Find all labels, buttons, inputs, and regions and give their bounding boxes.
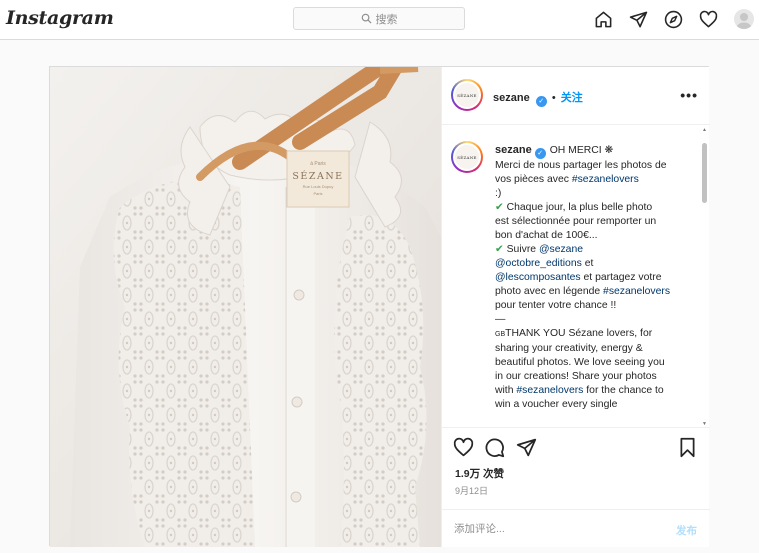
caption-text: THANK YOU Sézane lovers, for [505,328,653,339]
caption-link[interactable]: @octobre_editions [495,258,582,269]
caption-area: SÉZANE sezane ✓ OH MERCI ❋ Merci de nous pa… [442,125,710,427]
caption-line: pour tenter votre chance !! [495,299,693,313]
caption-line: sezane ✓ OH MERCI ❋ [495,143,693,159]
caption-avatar-ring[interactable]: SÉZANE [451,141,483,173]
caption-line: :) [495,187,693,201]
share-icon[interactable] [516,437,538,459]
check-mark-icon: ✔ [495,244,504,255]
search-placeholder: 搜索 [375,13,398,26]
verified-badge-icon: ✓ [535,96,547,107]
caption-line: est sélectionnée pour remporter un [495,215,693,229]
caption-text: win a voucher every single [495,399,618,410]
like-icon[interactable] [453,437,475,459]
more-options-icon[interactable]: ••• [680,87,698,103]
post-card: à Paris SÉZANE Rue Louis Dupuy Paris SÉZ… [49,66,710,547]
home-icon[interactable] [592,8,614,30]
scroll-thumb[interactable] [702,143,707,203]
caption-text: et partagez votre [580,272,662,283]
caption-text: Chaque jour, la plus belle photo [503,202,653,213]
caption-text: et [581,258,594,269]
caption-line: vos pièces avec #sezanelovers [495,173,693,187]
post-header: SÉZANE sezane ✓ • 关注 ••• [442,67,710,125]
post-image[interactable]: à Paris SÉZANE Rue Louis Dupuy Paris [50,67,441,547]
post-caption: sezane ✓ OH MERCI ❋ Merci de nous partager … [495,143,693,412]
instagram-logo[interactable]: Instagram [6,7,114,29]
caption-line: beautiful photos. We love seeing you [495,356,693,370]
caption-text: :) [495,188,502,199]
blouse-photo: à Paris SÉZANE Rue Louis Dupuy Paris [50,67,441,547]
caption-line: — [495,313,693,327]
caption-text: bon d'achat de 100€... [495,230,598,241]
profile-avatar[interactable] [734,9,754,29]
caption-link[interactable]: #sezanelovers [572,174,639,185]
caption-line: sharing your creativity, energy & [495,342,693,356]
caption-line: win a voucher every single [495,398,693,412]
hanger-tag-line3: Paris [313,191,322,196]
caption-line: Merci de nous partager les photos de [495,159,693,173]
caption-scrollbar[interactable]: ▲ ▼ [702,127,707,427]
like-count[interactable]: 1.9万 次赞 [455,466,504,481]
post-sidebar: SÉZANE sezane ✓ • 关注 ••• SÉZANE sezane ✓ O… [441,67,710,547]
caption-link[interactable]: @sezane [539,244,583,255]
caption-line: bon d'achat de 100€... [495,229,693,243]
caption-author[interactable]: sezane [495,144,532,156]
search-icon [361,13,372,24]
caption-text: photo avec en légende [495,286,604,297]
author-username[interactable]: sezane [493,92,530,104]
caption-text: beautiful photos. We love seeing you [495,357,665,368]
caption-text: with [495,385,517,396]
caption-line: GBTHANK YOU Sézane lovers, for [495,327,693,342]
caption-text: pour tenter votre chance !! [495,300,617,311]
caption-line: in our creations! Share your photos [495,370,693,384]
author-avatar: SÉZANE [455,83,479,107]
post-actions: 1.9万 次赞 9月12日 发布 [442,427,710,547]
author-avatar-ring[interactable]: SÉZANE [451,79,483,111]
caption-text: for the chance to [583,385,664,396]
caption-text: Merci de nous partager les photos de [495,160,667,171]
hanger-tag-line1: à Paris [310,161,326,167]
caption-link[interactable]: #sezanelovers [603,286,670,297]
caption-line: ✔ Suivre @sezane [495,243,693,257]
direct-icon[interactable] [627,8,649,30]
follow-button[interactable]: 关注 [561,92,583,104]
comment-input[interactable] [454,520,654,538]
explore-icon[interactable] [662,8,684,30]
caption-text: est sélectionnée pour remporter un [495,216,657,227]
search-box[interactable]: 搜索 [293,7,465,30]
post-date[interactable]: 9月12日 [455,484,488,497]
check-mark-icon: ✔ [495,202,504,213]
caption-text: in our creations! Share your photos [495,371,657,382]
caption-line: ✔ Chaque jour, la plus belle photo [495,201,693,215]
verified-badge-icon: ✓ [534,148,546,159]
post-comment-button[interactable]: 发布 [676,523,697,538]
caption-text: — [495,314,506,325]
caption-line: @octobre_editions et [495,257,693,271]
heart-icon[interactable] [697,8,719,30]
caption-text: vos pièces avec [495,174,572,185]
caption-link[interactable]: @lescomposantes [495,272,581,283]
avatar-placeholder-icon [736,13,752,29]
caption-line: with #sezanelovers for the chance to [495,384,693,398]
caption-line: photo avec en légende #sezanelovers [495,285,693,299]
save-icon[interactable] [677,437,699,459]
hanger-tag-brand: SÉZANE [292,170,343,182]
caption-link[interactable]: #sezanelovers [516,385,583,396]
comment-bar: 发布 [442,509,710,548]
caption-headline: OH MERCI ❋ [549,145,614,156]
caption-text: Suivre [503,244,539,255]
caption-text: sharing your creativity, energy & [495,343,643,354]
top-navigation: Instagram 搜索 [0,0,759,40]
comment-icon[interactable] [484,437,506,459]
hanger-tag-line2: Rue Louis Dupuy [303,184,334,189]
caption-line: @lescomposantes et partagez votre [495,271,693,285]
caption-avatar: SÉZANE [455,145,479,169]
scroll-up-icon[interactable]: ▲ [702,127,707,133]
caption-text: GB [495,331,506,338]
